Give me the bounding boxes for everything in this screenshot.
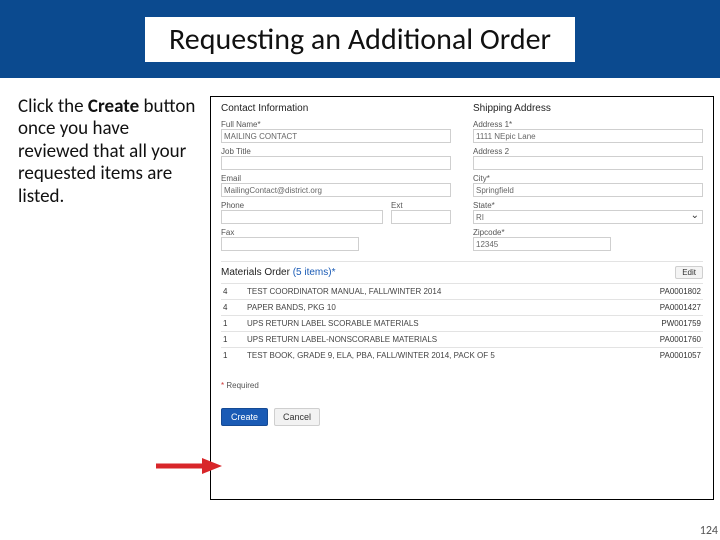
row-qty: 1 (221, 348, 245, 364)
shipping-heading: Shipping Address (473, 103, 703, 114)
title-banner: Requesting an Additional Order (0, 0, 720, 78)
row-desc: UPS RETURN LABEL SCORABLE MATERIALS (245, 316, 625, 332)
row-qty: 4 (221, 300, 245, 316)
table-row: 4PAPER BANDS, PKG 10PA0001427 (221, 300, 703, 316)
ext-label: Ext (391, 201, 451, 210)
materials-heading: Materials Order (221, 267, 290, 278)
row-qty: 1 (221, 316, 245, 332)
jobtitle-label: Job Title (221, 147, 451, 156)
addr1-label: Address 1* (473, 120, 703, 129)
button-row: Create Cancel (221, 408, 703, 426)
content-area: Click the Create button once you have re… (0, 78, 720, 500)
email-input[interactable]: MailingContact@district.org (221, 183, 451, 197)
fullname-label: Full Name* (221, 120, 451, 129)
page-title: Requesting an Additional Order (145, 17, 575, 62)
table-row: 1TEST BOOK, GRADE 9, ELA, PBA, FALL/WINT… (221, 348, 703, 364)
ext-input[interactable] (391, 210, 451, 224)
row-sku: PW001759 (625, 316, 703, 332)
instruction-bold: Create (88, 95, 139, 118)
row-desc: TEST BOOK, GRADE 9, ELA, PBA, FALL/WINTE… (245, 348, 625, 364)
phone-label: Phone (221, 201, 383, 210)
zip-input[interactable]: 12345 (473, 237, 611, 251)
zip-label: Zipcode* (473, 228, 703, 237)
materials-header: Materials Order (5 items)* Edit (221, 261, 703, 279)
state-select[interactable]: RI (473, 210, 703, 224)
required-note: * Required (221, 381, 703, 390)
form-screenshot: Contact Information Full Name* MAILING C… (210, 96, 714, 500)
jobtitle-input[interactable] (221, 156, 451, 170)
create-button[interactable]: Create (221, 408, 268, 426)
table-row: 1UPS RETURN LABEL-NONSCORABLE MATERIALSP… (221, 332, 703, 348)
row-qty: 4 (221, 284, 245, 300)
state-label: State* (473, 201, 703, 210)
email-label: Email (221, 174, 451, 183)
phone-input[interactable] (221, 210, 383, 224)
contact-heading: Contact Information (221, 103, 451, 114)
row-qty: 1 (221, 332, 245, 348)
page-number: 124 (700, 524, 718, 538)
shipping-column: Shipping Address Address 1* 1111 NEpic L… (473, 103, 703, 251)
row-desc: UPS RETURN LABEL-NONSCORABLE MATERIALS (245, 332, 625, 348)
addr1-input[interactable]: 1111 NEpic Lane (473, 129, 703, 143)
row-desc: PAPER BANDS, PKG 10 (245, 300, 625, 316)
fax-label: Fax (221, 228, 451, 237)
edit-button[interactable]: Edit (675, 266, 703, 279)
row-desc: TEST COORDINATOR MANUAL, FALL/WINTER 201… (245, 284, 625, 300)
contact-column: Contact Information Full Name* MAILING C… (221, 103, 451, 251)
row-sku: PA0001760 (625, 332, 703, 348)
addr2-label: Address 2 (473, 147, 703, 156)
row-sku: PA0001057 (625, 348, 703, 364)
fax-input[interactable] (221, 237, 359, 251)
city-label: City* (473, 174, 703, 183)
table-row: 4TEST COORDINATOR MANUAL, FALL/WINTER 20… (221, 284, 703, 300)
cancel-button[interactable]: Cancel (274, 408, 320, 426)
table-row: 1UPS RETURN LABEL SCORABLE MATERIALSPW00… (221, 316, 703, 332)
materials-table: 4TEST COORDINATOR MANUAL, FALL/WINTER 20… (221, 283, 703, 363)
city-input[interactable]: Springfield (473, 183, 703, 197)
fullname-input[interactable]: MAILING CONTACT (221, 129, 451, 143)
instruction-pre: Click the (18, 95, 88, 118)
addr2-input[interactable] (473, 156, 703, 170)
row-sku: PA0001802 (625, 284, 703, 300)
row-sku: PA0001427 (625, 300, 703, 316)
materials-count: (5 items)* (293, 267, 336, 278)
instruction-text: Click the Create button once you have re… (18, 96, 196, 500)
